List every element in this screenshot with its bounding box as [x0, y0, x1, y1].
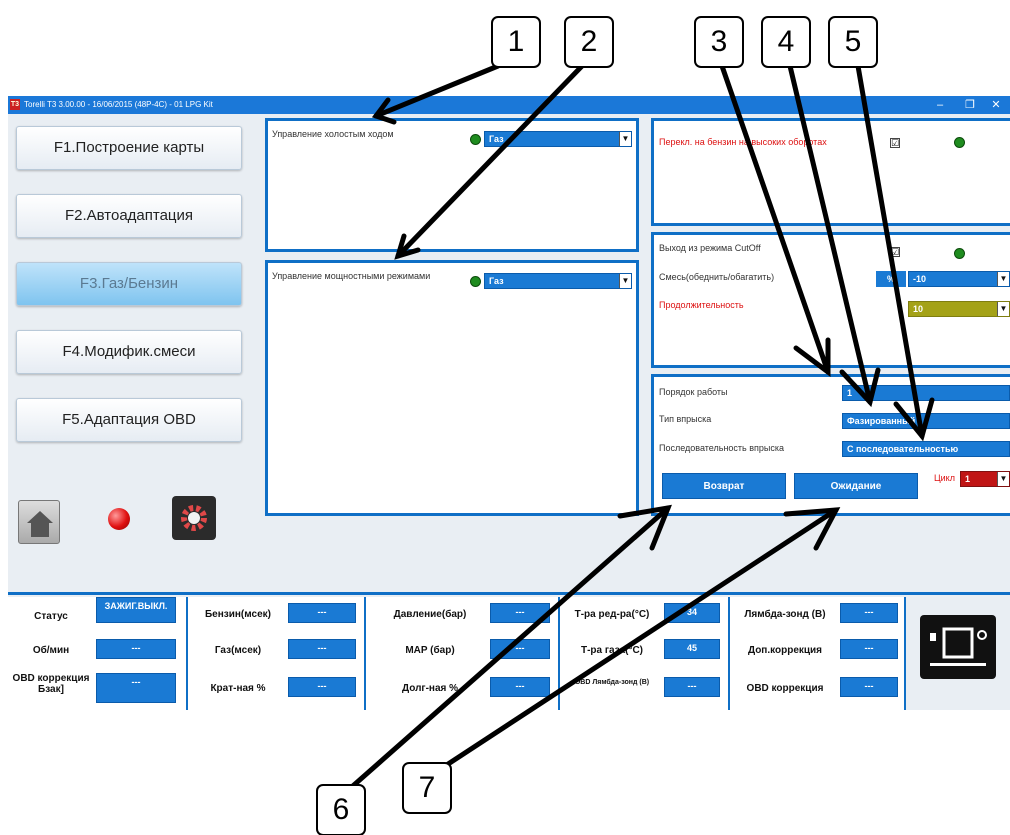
annotation-label-2: 2 [564, 16, 614, 68]
annotation-arrows [343, 63, 935, 795]
annotation-label-1: 1 [491, 16, 541, 68]
annotation-label-3: 3 [694, 16, 744, 68]
annotation-label-5: 5 [828, 16, 878, 68]
annotation-label-6: 6 [316, 784, 366, 835]
annotation-label-7: 7 [402, 762, 452, 814]
annotation-label-4: 4 [761, 16, 811, 68]
